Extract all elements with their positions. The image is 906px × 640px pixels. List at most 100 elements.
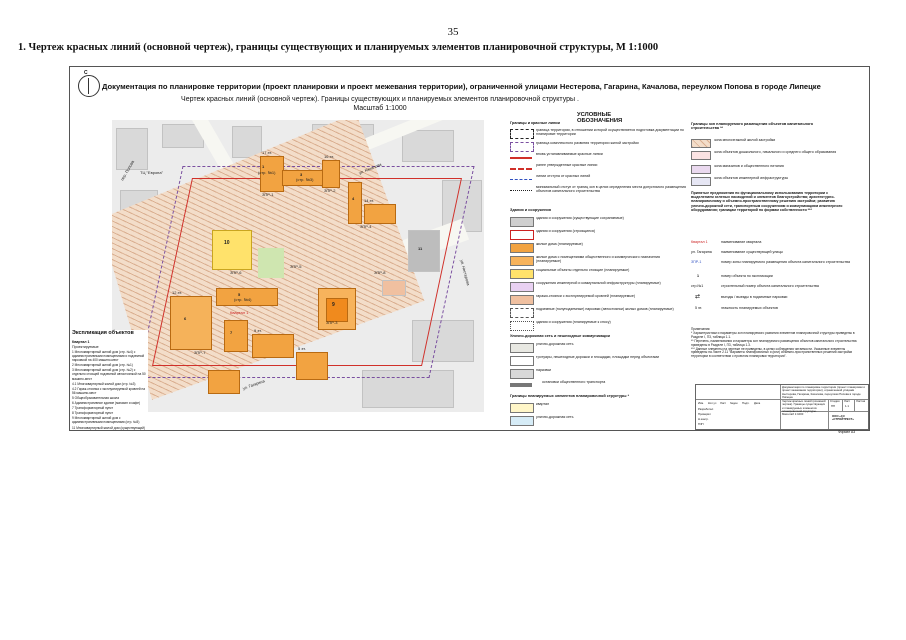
stamp-col: Изм.	[698, 401, 704, 405]
label-tc-europe: ТЦ "Европа"	[140, 170, 163, 175]
label-street-nesterova: ул. Нестерова	[459, 259, 472, 286]
legend-text: вновь устанавливаемые красные линии	[536, 152, 603, 156]
explication-item: 2 Многоквартирный жилой дом (стр. №1)	[72, 363, 133, 368]
legend-swatch	[510, 369, 534, 379]
legend-text: зона многоэтажной жилой застройки	[714, 138, 776, 142]
legend-row: вновь устанавливаемые красные линии	[510, 152, 680, 163]
legend-text: улично-дорожная сеть	[536, 415, 574, 419]
label-zone-2: ЗПР-2	[324, 188, 336, 193]
stamp-role: Разработал	[698, 407, 714, 411]
label-floors: 5 эт.	[298, 346, 306, 351]
legend-text: сооружения инженерной и коммунальной инф…	[536, 281, 661, 285]
sheet-format: Формат А3	[838, 430, 856, 434]
stamp-role: ГИП	[698, 422, 704, 426]
explication-item: 9 Многоквартирный жилой дом с администра…	[72, 416, 140, 425]
garage	[382, 280, 406, 296]
legend-row: линии отступа от красных линий	[510, 174, 680, 185]
building-6	[170, 296, 212, 350]
stamp-sheet-header: Лист	[844, 399, 851, 403]
sheet-title: Документация по планировке территории (п…	[102, 82, 821, 91]
explication-planned: Проектируемые	[72, 345, 99, 349]
stamp-col: Кол.уч	[708, 401, 717, 405]
legend-swatch	[510, 269, 534, 279]
legend-swatch	[510, 168, 532, 170]
legend-text: въезды / выезды в подземные парковки	[721, 295, 788, 299]
legend-swatch	[691, 151, 711, 160]
legend-row: гаражи-стоянки с эксплуатируемой кровлей…	[510, 294, 680, 305]
legend-text: зона магазинов и общественного питания	[714, 164, 784, 168]
legend-text: зона объектов инженерной инфраструктуры	[714, 176, 789, 180]
legend-symbol: стр.№1	[691, 284, 704, 288]
legend-swatch	[510, 321, 534, 331]
page-heading: 1. Чертеж красных линий (основной чертеж…	[18, 42, 659, 53]
north-arrow-icon	[78, 75, 100, 97]
legend-title: УСЛОВНЫЕ ОБОЗНАЧЕНИЯ	[577, 112, 623, 124]
explication-title: Экспликация объектов	[72, 330, 134, 336]
label-floors: 17 эт.	[262, 150, 273, 155]
legend-swatch	[510, 243, 534, 253]
legend-text: подземные (полуподземные) парковки (авто…	[536, 307, 674, 311]
legend-swatch	[510, 416, 534, 426]
legend-text: улично-дорожная сеть	[536, 342, 574, 346]
building-9-core	[326, 298, 348, 322]
legend-row: жилые дома (планируемые)	[510, 242, 680, 253]
legend-row: ЗПР-1 номер зоны планируемого размещения…	[691, 260, 861, 271]
legend-section-borders: Границы и красные линии	[510, 121, 560, 125]
label-object-5-sub: (стр. №4)	[234, 297, 252, 302]
legend-row: парковки	[510, 368, 680, 379]
label-object-1-sub: (стр. №1)	[258, 170, 276, 175]
legend-row: сооружения инженерной и коммунальной инф…	[510, 281, 680, 292]
legend-row: здания и сооружения (планируемые к сносу…	[510, 320, 680, 331]
north-label: С	[84, 70, 88, 76]
legend-row: подземные (полуподземные) парковки (авто…	[510, 307, 680, 318]
legend-text: наименование квартала	[721, 240, 762, 244]
legend-symbol: 1	[697, 274, 699, 278]
sports-ground	[258, 248, 284, 278]
stamp-drawing-text: Чертеж красных линий (основной чертеж). …	[782, 399, 826, 417]
label-zone-6: ЗПР-6	[230, 270, 242, 275]
legend-text: квартал	[536, 402, 550, 406]
legend-text: здания и сооружения (существующие сохран…	[536, 216, 624, 220]
legend-swatch	[510, 282, 534, 292]
context-building	[232, 126, 262, 158]
legend-row: здания и сооружения (строящиеся)	[510, 229, 680, 240]
label-object-10: 10	[224, 240, 230, 246]
legend-row: жилые дома с помещениями общественного и…	[510, 255, 680, 266]
legend-row: минимальный отступ от границ зон в целях…	[510, 185, 686, 196]
legend-swatch	[691, 165, 711, 174]
legend-row: квартал	[510, 402, 680, 413]
legend-text: социальные объекты отдельно стоящие (пла…	[536, 268, 630, 272]
explication-panel: Экспликация объектов Квартал 1 Проектиру…	[72, 330, 148, 430]
legend-text: этажность планируемых объектов	[721, 306, 778, 310]
legend-swatch	[691, 177, 711, 186]
legend-swatch	[510, 157, 532, 159]
explication-item: 8 Трансформаторный пункт	[72, 411, 114, 416]
label-object-4: 4	[352, 196, 355, 201]
explication-item: 5 Общеобразовательная школа	[72, 395, 120, 400]
legend-text: здания и сооружения (строящиеся)	[536, 229, 596, 233]
school-10	[212, 230, 252, 270]
label-floors: 14 эт.	[364, 198, 375, 203]
label-street-gagarina: ул. Гагарина	[241, 378, 266, 391]
legend-row: ранее утвержденные красные линии	[510, 163, 680, 174]
legend-text: тротуары, пешеходные дорожки и площадки,…	[536, 355, 659, 359]
label-object-11: 11	[418, 246, 423, 251]
legend-text: минимальный отступ от границ зон в целях…	[536, 185, 686, 194]
stamp-doc-text: Документация по планировке территории (п…	[782, 385, 865, 399]
legend-symbol: 5 эт.	[695, 306, 702, 310]
label-object-7: 7	[230, 330, 233, 335]
legend-text: линии отступа от красных линий	[536, 174, 591, 178]
bus-stop-icon	[510, 383, 532, 387]
legend-swatch	[510, 190, 532, 191]
explication-item: 7 Трансформаторный пункт	[72, 406, 114, 411]
stamp-col: №док.	[730, 401, 739, 405]
stamp-sheet: 1.1	[845, 404, 849, 408]
legend-section-proposals: Принятые предложения по функциональному …	[691, 191, 843, 212]
legend-symbol: ул. Гагарина	[691, 250, 712, 254]
label-zone-1: ЗПР-1	[262, 192, 274, 197]
legend-swatch	[510, 142, 534, 152]
label-object-6: 6	[184, 316, 187, 321]
stamp-sheets-header: Листов	[856, 399, 866, 403]
label-floors: 16 эт.	[324, 154, 335, 159]
legend-row: социальные объекты отдельно стоящие (пла…	[510, 268, 680, 279]
